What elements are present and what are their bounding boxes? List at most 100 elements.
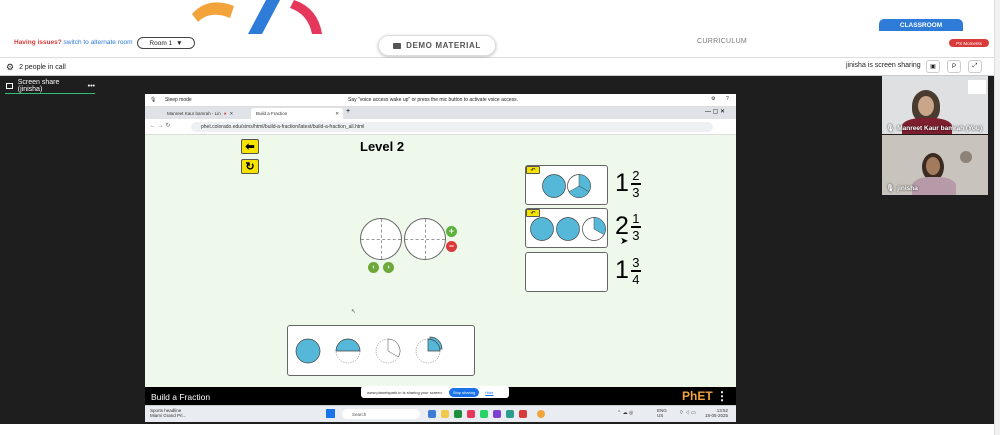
ps-moments-label: PS Moments	[956, 40, 982, 46]
tab-curriculum[interactable]: CURRICULUM	[697, 38, 747, 45]
p-button[interactable]: P	[947, 60, 961, 73]
collection-box-1[interactable]: ↶	[525, 165, 608, 205]
remove-circle-button[interactable]: −	[446, 241, 457, 252]
back-arrow-icon: ⬅	[245, 141, 255, 153]
undo-button[interactable]: ↶	[526, 166, 540, 174]
undo-icon: ↶	[530, 167, 536, 174]
participant-label: 🎙 jinisha	[886, 184, 918, 193]
next-button[interactable]: ›	[383, 262, 394, 273]
participant-tile-you[interactable]: 🎙 Manreet Kaur bamrah (You)	[882, 76, 988, 134]
gear-icon: ⚙	[6, 62, 15, 72]
task-view-icon[interactable]	[428, 410, 436, 418]
expand-button[interactable]: ⤢	[968, 60, 982, 73]
tray-icons[interactable]: ⌃ ☁ ◎	[617, 410, 633, 416]
room-selector[interactable]: Room 1 ▼	[137, 37, 195, 49]
app-icon[interactable]	[506, 410, 514, 418]
participant-tile-jinisha[interactable]: 🎙 jinisha	[882, 135, 988, 195]
back-button[interactable]: ⬅	[241, 139, 259, 154]
system-icons[interactable]: ⌔ ◁ ▭	[679, 410, 696, 416]
stop-sharing-button[interactable]: Stop sharing	[448, 387, 480, 397]
divider-line	[361, 239, 401, 240]
wall-decor	[960, 151, 972, 163]
voice-hint: Say "voice access wake up" or press the …	[348, 97, 519, 103]
close-icon[interactable]: ✕	[335, 111, 343, 117]
phet-logo-text: PhET	[681, 389, 713, 403]
minus-icon: −	[448, 241, 455, 251]
hide-link[interactable]: Hide	[485, 390, 493, 395]
mic-icon: 🎙	[886, 125, 895, 132]
screen-icon: ▣	[930, 64, 936, 70]
numerator: 1	[632, 211, 640, 226]
half-piece	[335, 338, 361, 364]
numerator: 3	[632, 255, 640, 270]
target-fraction-3: 1 3 4	[615, 256, 641, 286]
collection-box-2[interactable]: ↶	[525, 208, 608, 248]
screen-share-icon	[6, 83, 13, 89]
collection-box-3[interactable]	[525, 252, 608, 292]
url-field[interactable]: phet.colorado.edu/sims/html/build-a-frac…	[191, 122, 713, 132]
denominator: 3	[632, 227, 640, 243]
p-button-label: P	[951, 63, 956, 70]
news-widget[interactable]: Sports headline Miami Grand Pri...	[150, 408, 186, 418]
add-circle-button[interactable]: +	[446, 226, 457, 237]
whole-piece	[295, 338, 321, 364]
quarter-piece	[415, 336, 443, 364]
browser-tab-manreet[interactable]: Manreet Kaur bamrah - Lin ● ✕	[162, 108, 244, 119]
mic-icon[interactable]: 🎙	[150, 97, 156, 103]
voice-access-bar: 🎙 Sleep mode Say "voice access wake up" …	[145, 94, 736, 107]
participant-face	[918, 96, 934, 116]
phet-simulation: ⬅ ↻ Level 2 + − ‹ › ↶ 1 2 3 ↶ 2 1 3 ➤ 1 …	[145, 135, 736, 387]
settings-icon[interactable]: ⚙	[711, 96, 715, 102]
tab-classroom[interactable]: CLASSROOM	[879, 19, 963, 31]
window-controls[interactable]: — ▢ ✕	[705, 108, 725, 115]
issue-label: Having issues?	[14, 39, 62, 46]
wall-poster	[968, 80, 986, 94]
fraction-pieces	[295, 336, 443, 364]
ps-moments-badge[interactable]: PS Moments	[949, 39, 989, 47]
empty-circle-1[interactable]	[360, 218, 402, 260]
people-count[interactable]: ⚙ 2 people in call	[6, 62, 66, 73]
whatsapp-icon[interactable]	[480, 410, 488, 418]
numerator: 2	[632, 168, 640, 183]
app-icon[interactable]	[493, 410, 501, 418]
edge-icon[interactable]	[454, 410, 462, 418]
sharing-notice: www.planetspark.in is sharing your scree…	[361, 386, 509, 398]
participant-face	[926, 157, 940, 175]
language-indicator[interactable]: ENG US	[657, 408, 667, 418]
participant-label: 🎙 Manreet Kaur bamrah (You)	[886, 124, 982, 133]
sharing-notice-text: www.planetspark.in is sharing your scree…	[367, 389, 443, 395]
refresh-button[interactable]: ↻	[241, 159, 259, 174]
browser-tabs: Manreet Kaur bamrah - Lin ● ✕ Build a Fr…	[145, 107, 736, 119]
taskbar-search[interactable]: Search	[342, 409, 420, 419]
taskbar-search-label: Search	[352, 411, 367, 417]
more-icon[interactable]: •••	[88, 83, 95, 90]
app-icon[interactable]	[519, 410, 527, 418]
explorer-icon[interactable]	[441, 410, 449, 418]
divider-line	[405, 239, 445, 240]
tab1-label: Manreet Kaur bamrah - Lin	[167, 111, 221, 116]
chrome-icon[interactable]	[537, 410, 545, 418]
denominator: 4	[632, 271, 640, 287]
mouse-cursor-icon: ➤	[620, 236, 629, 247]
prev-button[interactable]: ‹	[368, 262, 379, 273]
screen-icon-button[interactable]: ▣	[926, 60, 940, 73]
demo-material-label: DEMO MATERIAL	[406, 41, 481, 50]
help-icon[interactable]: ?	[726, 96, 729, 102]
new-tab-icon[interactable]: +	[346, 108, 350, 115]
windows-start-icon[interactable]	[326, 409, 335, 418]
participant-name: jinisha	[897, 184, 918, 192]
close-icon[interactable]: ✕	[230, 111, 234, 117]
alternate-room-link[interactable]: switch to alternate room	[64, 39, 133, 46]
screen-share-tab[interactable]: Screen share (jinisha) •••	[0, 78, 95, 94]
nav-icons[interactable]: ← → ↻	[150, 122, 170, 129]
page-scrollbar[interactable]	[994, 0, 1000, 435]
whole-number: 1	[615, 256, 629, 285]
empty-circle-2[interactable]	[404, 218, 446, 260]
demo-material-button[interactable]: DEMO MATERIAL	[378, 35, 496, 56]
mail-icon[interactable]	[467, 410, 475, 418]
third-piece	[375, 338, 401, 364]
phet-logo[interactable]: PhET ⋮	[682, 389, 728, 403]
clock[interactable]: 13:52 18-05-2025	[705, 408, 728, 418]
browser-tab-build-fraction[interactable]: Build a Fraction ✕	[251, 108, 343, 119]
refresh-icon: ↻	[245, 161, 255, 173]
